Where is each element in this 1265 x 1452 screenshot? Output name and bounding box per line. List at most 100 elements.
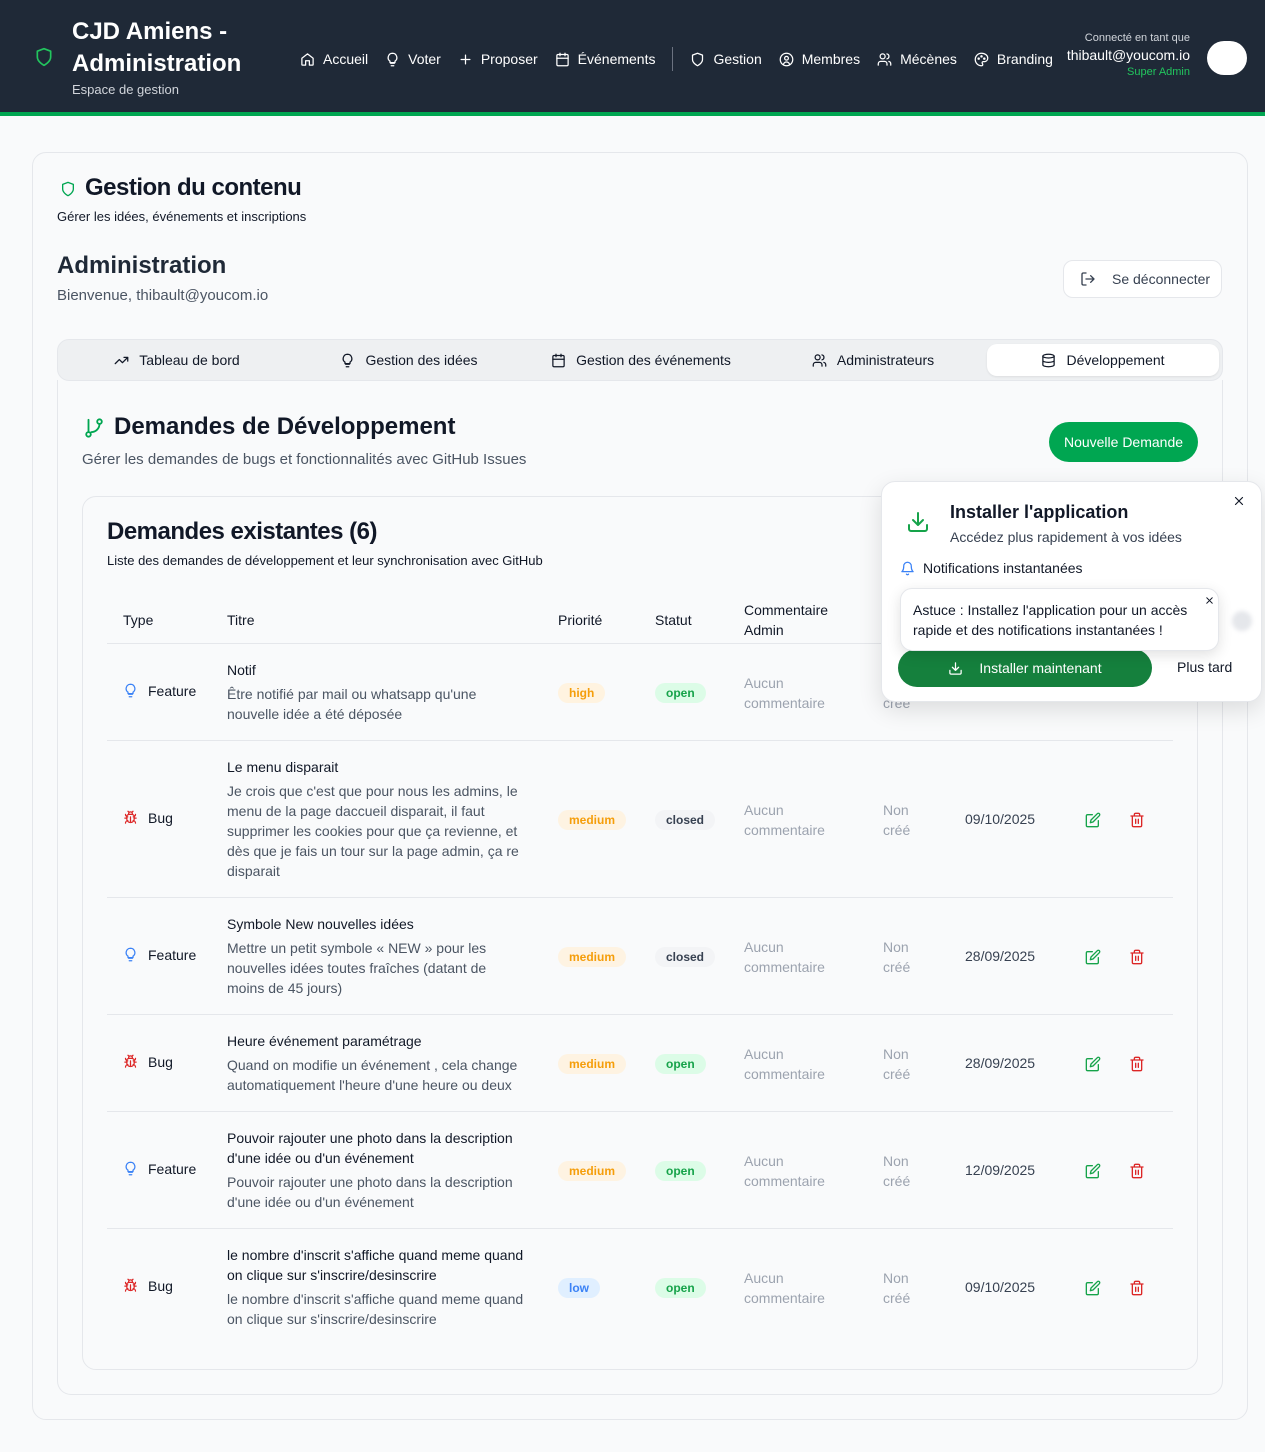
- install-tip-tooltip: Astuce : Installez l'application pour un…: [900, 588, 1219, 651]
- title-cell: le nombre d'inscrit s'affiche quand meme…: [227, 1245, 527, 1329]
- request-title: Le menu disparait: [227, 759, 339, 775]
- shield-icon: [690, 52, 705, 67]
- type-label: Bug: [148, 809, 173, 826]
- status-badge: closed: [655, 946, 716, 967]
- edit-icon[interactable]: [1085, 1056, 1101, 1072]
- edit-icon[interactable]: [1085, 949, 1101, 965]
- status-badge: open: [655, 1053, 706, 1074]
- shield-icon: [34, 46, 54, 68]
- status-cell: open: [655, 682, 706, 703]
- bug-icon: [123, 1054, 138, 1069]
- priority-cell: medium: [558, 809, 627, 830]
- logout-label: Se déconnecter: [1112, 271, 1211, 287]
- type-label: Feature: [148, 1160, 197, 1177]
- type-label: Bug: [148, 1053, 173, 1070]
- edit-icon[interactable]: [1085, 1163, 1101, 1179]
- tab-label: Développement: [1066, 352, 1165, 368]
- status-badge: closed: [655, 809, 716, 830]
- edit-icon[interactable]: [1085, 1280, 1101, 1296]
- nav-label: Mécènes: [900, 51, 957, 67]
- app-subtitle: Espace de gestion: [72, 82, 179, 97]
- edit-icon[interactable]: [1085, 812, 1101, 828]
- tab-administrateurs[interactable]: Administrateurs: [758, 344, 988, 376]
- tab-label: Administrateurs: [836, 352, 935, 368]
- later-button[interactable]: Plus tard: [1177, 659, 1232, 675]
- palette-icon: [974, 52, 989, 67]
- tab-label: Tableau de bord: [139, 352, 240, 368]
- github-status: Non créé: [883, 938, 911, 975]
- new-request-button[interactable]: Nouvelle Demande: [1049, 422, 1198, 462]
- status-cell: closed: [655, 946, 716, 967]
- title-cell: Le menu disparait Je crois que c'est que …: [227, 757, 527, 881]
- git-branch-icon: [83, 417, 105, 439]
- status-cell: open: [655, 1053, 706, 1074]
- nav-gestion[interactable]: Gestion: [690, 48, 762, 70]
- lightbulb-icon: [123, 1161, 138, 1176]
- request-description: Être notifié par mail ou whatsapp qu'une…: [227, 686, 477, 722]
- tab-gestion-evenements[interactable]: Gestion des événements: [526, 344, 756, 376]
- priority-badge: medium: [558, 809, 627, 830]
- trash-icon[interactable]: [1129, 949, 1145, 965]
- install-now-button[interactable]: Installer maintenant: [898, 649, 1152, 687]
- nav-label: Voter: [408, 51, 441, 67]
- nav-membres[interactable]: Membres: [779, 48, 860, 70]
- trash-icon[interactable]: [1129, 812, 1145, 828]
- list-subtitle: Liste des demandes de développement et l…: [107, 553, 543, 568]
- section-title: Demandes de Développement: [114, 413, 456, 440]
- tab-developpement[interactable]: Développement: [987, 344, 1219, 376]
- tab-label: Gestion des événements: [576, 352, 731, 368]
- database-icon: [1041, 353, 1056, 368]
- nav-mecenes[interactable]: Mécènes: [877, 48, 957, 70]
- col-title: Titre: [227, 612, 255, 628]
- tab-gestion-idees[interactable]: Gestion des idées: [294, 344, 524, 376]
- close-icon[interactable]: [1204, 595, 1215, 606]
- users-icon: [877, 52, 892, 67]
- status-cell: open: [655, 1160, 706, 1181]
- admin-comment: Aucun commentaire: [744, 801, 825, 838]
- trash-icon[interactable]: [1129, 1056, 1145, 1072]
- list-title: Demandes existantes (6): [107, 518, 377, 545]
- title-cell: Pouvoir rajouter une photo dans la descr…: [227, 1128, 527, 1212]
- trash-icon[interactable]: [1129, 1163, 1145, 1179]
- priority-badge: medium: [558, 1053, 627, 1074]
- section-subtitle: Gérer les demandes de bugs et fonctionna…: [82, 451, 527, 468]
- nav-accueil[interactable]: Accueil: [300, 48, 368, 70]
- home-icon: [300, 52, 315, 67]
- nav-proposer[interactable]: Proposer: [458, 48, 538, 70]
- request-description: Je crois que c'est que pour nous les adm…: [227, 783, 519, 879]
- request-title: Pouvoir rajouter une photo dans la descr…: [227, 1130, 513, 1166]
- nav-label: Branding: [996, 51, 1053, 67]
- admin-comment: Aucun commentaire: [744, 1269, 825, 1306]
- avatar[interactable]: [1207, 41, 1247, 75]
- blurred-indicator: [1232, 611, 1252, 631]
- calendar-icon: [555, 52, 570, 67]
- nav-voter[interactable]: Voter: [385, 48, 441, 70]
- nav-label: Membres: [801, 51, 861, 67]
- nav-evenements[interactable]: Événements: [555, 48, 655, 70]
- table-row: Feature Symbole New nouvelles idées Mettre…: [107, 898, 1173, 1015]
- github-status: Non créé: [883, 801, 911, 838]
- github-status: Non créé: [883, 1045, 911, 1082]
- trash-icon[interactable]: [1129, 1280, 1145, 1296]
- lightbulb-icon: [123, 947, 138, 962]
- shield-icon: [60, 180, 76, 198]
- logout-button[interactable]: Se déconnecter: [1063, 260, 1222, 298]
- admin-comment: Aucun commentaire: [744, 938, 825, 975]
- type-cell: Bug: [123, 1278, 173, 1294]
- trending-up-icon: [114, 353, 129, 368]
- title-cell: Notif Être notifié par mail ou whatsapp q…: [227, 660, 527, 724]
- main-nav: Accueil Voter Proposer Événements Gestio…: [300, 47, 1070, 71]
- download-icon: [906, 510, 930, 534]
- calendar-icon: [551, 353, 566, 368]
- bug-icon: [123, 810, 138, 825]
- type-cell: Bug: [123, 810, 173, 826]
- status-badge: open: [655, 1160, 706, 1181]
- top-header: CJD Amiens - Administration Espace de ge…: [0, 0, 1265, 116]
- install-feature: Notifications instantanées: [900, 560, 1083, 576]
- tab-tableau-de-bord[interactable]: Tableau de bord: [62, 344, 292, 376]
- request-title: le nombre d'inscrit s'affiche quand meme…: [227, 1247, 524, 1283]
- request-title: Symbole New nouvelles idées: [227, 916, 414, 932]
- close-icon[interactable]: [1232, 494, 1246, 508]
- priority-badge: medium: [558, 1160, 627, 1181]
- nav-branding[interactable]: Branding: [974, 48, 1053, 70]
